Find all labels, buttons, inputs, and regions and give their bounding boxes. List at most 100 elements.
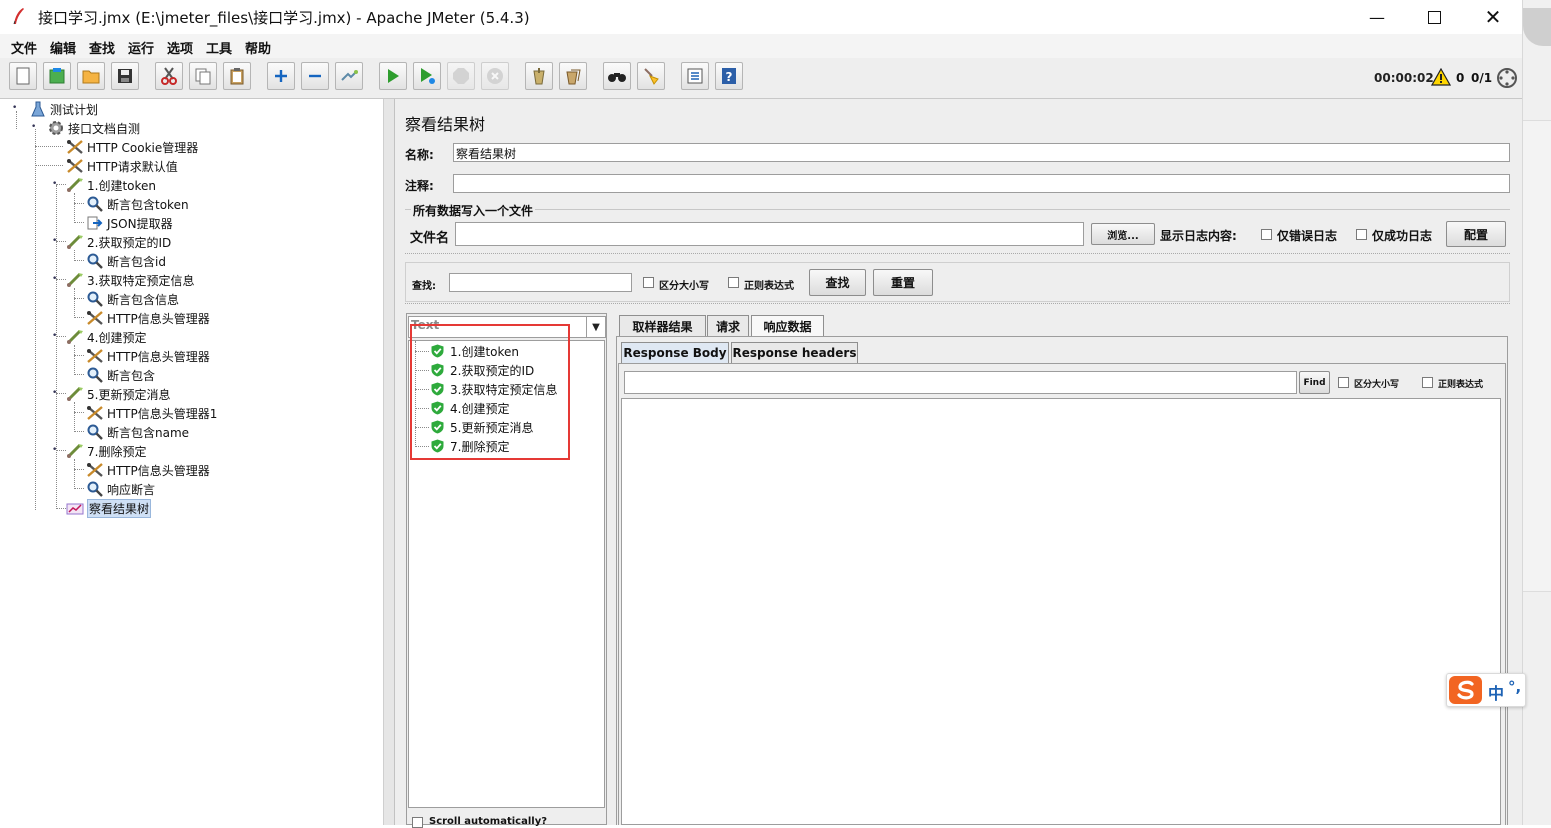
sampler-icon bbox=[66, 272, 84, 288]
name-input[interactable]: 察看结果树 bbox=[453, 143, 1510, 162]
tree-node-thread-group[interactable]: 接口文档自测 bbox=[47, 119, 140, 137]
tree-node[interactable]: 3.获取特定预定信息 bbox=[66, 271, 194, 289]
success-only-checkbox[interactable] bbox=[1356, 229, 1367, 240]
regex-checkbox[interactable] bbox=[728, 277, 739, 288]
menu-edit[interactable]: 编辑 bbox=[50, 38, 76, 57]
response-body-textarea[interactable] bbox=[621, 398, 1501, 825]
start-no-pauses-button[interactable] bbox=[413, 62, 441, 90]
close-button[interactable]: ✕ bbox=[1468, 0, 1518, 34]
menu-options[interactable]: 选项 bbox=[167, 38, 193, 57]
response-regex-label: 正则表达式 bbox=[1438, 380, 1484, 390]
templates-button[interactable] bbox=[43, 62, 71, 90]
search-button[interactable] bbox=[603, 62, 631, 90]
tree-node[interactable]: 2.获取预定的ID bbox=[66, 233, 171, 251]
clear-all-button[interactable] bbox=[559, 62, 587, 90]
tab-response-data[interactable]: 响应数据 bbox=[751, 315, 824, 336]
menu-search[interactable]: 查找 bbox=[89, 38, 115, 57]
tree-node[interactable]: HTTP信息头管理器 bbox=[86, 347, 210, 365]
tree-node[interactable]: 断言包含token bbox=[86, 195, 189, 213]
expand-all-button[interactable] bbox=[267, 62, 295, 90]
warning-count: 0 bbox=[1456, 71, 1465, 85]
new-button[interactable] bbox=[9, 62, 37, 90]
collapse-all-button[interactable] bbox=[301, 62, 329, 90]
minimize-icon: — bbox=[1369, 7, 1385, 27]
tree-node[interactable]: 响应断言 bbox=[86, 480, 155, 498]
tree-toggle[interactable]: • bbox=[52, 237, 59, 246]
tree-toggle-root[interactable]: • bbox=[12, 104, 19, 113]
function-helper-button[interactable] bbox=[681, 62, 709, 90]
sampler-icon bbox=[66, 329, 84, 345]
tab-request[interactable]: 请求 bbox=[707, 315, 749, 336]
menu-file[interactable]: 文件 bbox=[11, 38, 37, 57]
find-button[interactable]: 查找 bbox=[809, 269, 866, 296]
paste-button[interactable] bbox=[223, 62, 251, 90]
menu-tools[interactable]: 工具 bbox=[206, 38, 232, 57]
split-pane-divider[interactable] bbox=[384, 99, 395, 825]
tree-node[interactable]: 断言包含id bbox=[86, 252, 166, 270]
response-find-button[interactable]: Find bbox=[1299, 371, 1330, 394]
templates-icon bbox=[49, 68, 65, 84]
clear-button[interactable] bbox=[525, 62, 553, 90]
menu-help[interactable]: 帮助 bbox=[245, 38, 271, 57]
tree-node[interactable]: 察看结果树 bbox=[66, 498, 152, 518]
tree-node[interactable]: 4.创建预定 bbox=[66, 328, 146, 346]
magnifier-icon bbox=[86, 196, 104, 212]
help-button[interactable]: ? bbox=[715, 62, 743, 90]
tree-toggle[interactable]: • bbox=[52, 446, 59, 455]
tree-toggle[interactable]: • bbox=[52, 180, 59, 189]
ime-toolbar[interactable]: 中 °, bbox=[1446, 673, 1526, 707]
response-case-checkbox[interactable] bbox=[1338, 377, 1349, 388]
tree-node[interactable]: JSON提取器 bbox=[86, 214, 173, 232]
regex-label: 正则表达式 bbox=[744, 281, 794, 292]
tree-toggle-group[interactable]: • bbox=[31, 123, 38, 132]
tree-node[interactable]: HTTP请求默认值 bbox=[66, 157, 178, 175]
subtab-response-body[interactable]: Response Body bbox=[621, 342, 729, 363]
menu-run[interactable]: 运行 bbox=[128, 38, 154, 57]
minimize-button[interactable]: — bbox=[1352, 0, 1402, 34]
configure-button[interactable]: 配置 bbox=[1446, 221, 1506, 247]
shutdown-button[interactable] bbox=[481, 62, 509, 90]
tree-toggle[interactable]: • bbox=[52, 389, 59, 398]
errors-only-checkbox[interactable] bbox=[1261, 229, 1272, 240]
tree-node-label: HTTP信息头管理器 bbox=[107, 349, 210, 364]
filename-input[interactable] bbox=[455, 222, 1084, 246]
tree-node[interactable]: 5.更新预定消息 bbox=[66, 385, 170, 403]
sampler-icon bbox=[66, 443, 84, 459]
tree-node[interactable]: HTTP信息头管理器1 bbox=[86, 404, 217, 422]
stop-button[interactable] bbox=[447, 62, 475, 90]
tree-node[interactable]: HTTP Cookie管理器 bbox=[66, 138, 198, 156]
reset-search-button[interactable] bbox=[637, 62, 665, 90]
case-sensitive-checkbox[interactable] bbox=[643, 277, 654, 288]
warning-icon[interactable] bbox=[1430, 67, 1452, 89]
tree-node[interactable]: 7.删除预定 bbox=[66, 442, 146, 460]
start-button[interactable] bbox=[379, 62, 407, 90]
tree-node-test-plan[interactable]: 测试计划 bbox=[29, 100, 98, 118]
maximize-button[interactable] bbox=[1409, 0, 1459, 34]
minus-icon bbox=[309, 74, 321, 78]
toggle-button[interactable] bbox=[335, 62, 363, 90]
tree-node[interactable]: 断言包含name bbox=[86, 423, 189, 441]
tree-toggle[interactable]: • bbox=[52, 275, 59, 284]
response-regex-checkbox[interactable] bbox=[1422, 377, 1433, 388]
tree-node[interactable]: 1.创建token bbox=[66, 176, 156, 194]
subtab-response-headers[interactable]: Response headers bbox=[731, 342, 858, 363]
sampler-icon bbox=[66, 234, 84, 250]
tab-sampler-result[interactable]: 取样器结果 bbox=[619, 315, 706, 336]
copy-button[interactable] bbox=[189, 62, 217, 90]
start-no-pause-icon bbox=[421, 68, 435, 84]
tree-node[interactable]: 断言包含 bbox=[86, 366, 155, 384]
reset-button[interactable]: 重置 bbox=[873, 269, 933, 296]
save-button[interactable] bbox=[111, 62, 139, 90]
response-find-input[interactable] bbox=[624, 371, 1297, 394]
open-button[interactable] bbox=[77, 62, 105, 90]
tree-node[interactable]: HTTP信息头管理器 bbox=[86, 309, 210, 327]
cut-button[interactable] bbox=[155, 62, 183, 90]
tree-node[interactable]: HTTP信息头管理器 bbox=[86, 461, 210, 479]
tree-toggle[interactable]: • bbox=[52, 332, 59, 341]
scroll-automatically-checkbox[interactable] bbox=[412, 817, 423, 828]
success-only-label: 仅成功日志 bbox=[1372, 229, 1433, 243]
search-input[interactable] bbox=[449, 273, 632, 292]
browse-button[interactable]: 浏览... bbox=[1091, 223, 1155, 245]
tree-node[interactable]: 断言包含信息 bbox=[86, 290, 179, 308]
comment-input[interactable] bbox=[453, 174, 1510, 193]
